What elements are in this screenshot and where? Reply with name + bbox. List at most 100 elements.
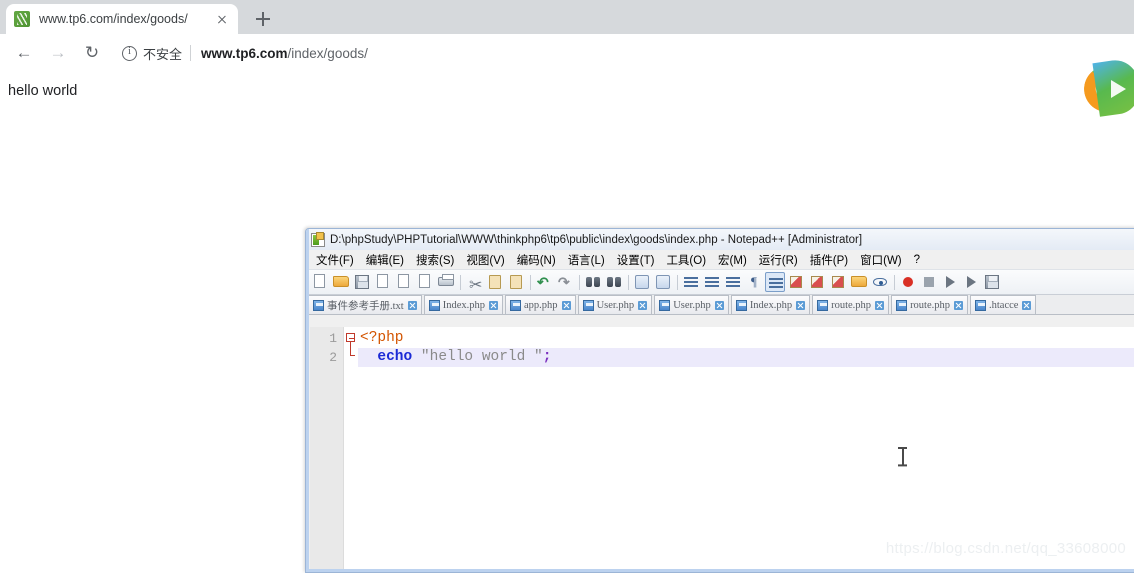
- document-tab[interactable]: app.php: [505, 295, 576, 314]
- menu-item-0[interactable]: 文件(F): [310, 252, 360, 268]
- save-icon[interactable]: [352, 272, 372, 292]
- macro-record-icon[interactable]: [898, 272, 918, 292]
- sync-vertical-icon[interactable]: [681, 272, 701, 292]
- close-icon[interactable]: [561, 300, 571, 310]
- fold-collapse-box[interactable]: [346, 333, 355, 342]
- redo-icon[interactable]: ↷: [555, 272, 575, 292]
- indent-guide-icon[interactable]: [765, 272, 785, 292]
- page-body-text: hello world: [8, 83, 78, 99]
- document-tab-label: Index.php: [749, 299, 793, 311]
- document-tab[interactable]: route.php: [812, 295, 890, 314]
- replace-icon[interactable]: [604, 272, 624, 292]
- toolbar-separator: [891, 273, 897, 291]
- document-tab[interactable]: Index.php: [423, 295, 504, 314]
- document-tab[interactable]: route.php: [891, 295, 969, 314]
- close-all-icon[interactable]: [415, 272, 435, 292]
- menu-item-10[interactable]: 插件(P): [804, 252, 854, 268]
- close-icon[interactable]: [407, 300, 417, 310]
- document-tab[interactable]: User.php: [577, 295, 653, 314]
- menu-item-1[interactable]: 编辑(E): [360, 252, 410, 268]
- document-icon: [975, 299, 987, 311]
- paste-icon[interactable]: [506, 272, 526, 292]
- forward-icon[interactable]: →: [44, 39, 72, 67]
- word-wrap-icon[interactable]: [723, 272, 743, 292]
- close-icon[interactable]: [954, 300, 964, 310]
- save-all-icon[interactable]: [373, 272, 393, 292]
- reload-icon[interactable]: ↻: [78, 39, 106, 67]
- document-icon: [313, 299, 324, 311]
- find-icon[interactable]: [583, 272, 603, 292]
- document-tab[interactable]: Index.php: [730, 295, 811, 314]
- omnibox-divider: [190, 45, 192, 61]
- folder-workspace-icon[interactable]: [849, 272, 869, 292]
- document-icon: [896, 299, 908, 311]
- document-tab[interactable]: 事件参考手册.txt: [308, 295, 422, 314]
- notepadpp-titlebar: D:\phpStudy\PHPTutorial\WWW\thinkphp6\tp…: [306, 229, 1134, 250]
- macro-save-icon[interactable]: [982, 272, 1002, 292]
- browser-tabstrip: www.tp6.com/index/goods/: [0, 0, 1134, 34]
- menu-item-11[interactable]: 窗口(W): [854, 252, 908, 268]
- notepadpp-title-text: D:\phpStudy\PHPTutorial\WWW\thinkphp6\tp…: [330, 233, 863, 246]
- address-bar[interactable]: 不安全 www.tp6.com/index/goods/: [112, 39, 1124, 67]
- macro-play-icon[interactable]: [940, 272, 960, 292]
- zoom-out-icon[interactable]: [653, 272, 673, 292]
- menu-item-5[interactable]: 语言(L): [562, 252, 611, 268]
- echo-keyword: echo: [377, 349, 413, 365]
- menu-item-6[interactable]: 设置(T): [611, 252, 661, 268]
- zoom-in-icon[interactable]: [632, 272, 652, 292]
- menu-item-8[interactable]: 宏(M): [712, 252, 753, 268]
- function-list-icon[interactable]: [828, 272, 848, 292]
- code-editor[interactable]: 12 <?php echo "hello world ";: [310, 327, 1134, 572]
- doc-map-icon[interactable]: [807, 272, 827, 292]
- undo-icon[interactable]: ↶: [534, 272, 554, 292]
- fold-line: [350, 342, 351, 356]
- menu-item-7[interactable]: 工具(O): [660, 252, 712, 268]
- fold-end-marker: [350, 355, 355, 356]
- sync-horizontal-icon[interactable]: [702, 272, 722, 292]
- macro-stop-icon[interactable]: [919, 272, 939, 292]
- show-all-chars-icon[interactable]: ¶: [744, 272, 764, 292]
- document-icon: [582, 299, 594, 311]
- code-string-literal: "hello world ": [420, 349, 543, 365]
- close-icon[interactable]: [796, 300, 806, 310]
- user-language-icon[interactable]: [786, 272, 806, 292]
- code-text-area[interactable]: <?php echo "hello world ";: [358, 327, 1134, 572]
- menu-item-4[interactable]: 编码(N): [511, 252, 562, 268]
- browser-navbar: ← → ↻ 不安全 www.tp6.com/index/goods/: [0, 34, 1134, 72]
- open-file-icon[interactable]: [331, 272, 351, 292]
- close-icon[interactable]: [1022, 300, 1032, 310]
- close-icon[interactable]: [875, 300, 885, 310]
- close-icon[interactable]: [714, 300, 724, 310]
- document-tab-label: Index.php: [442, 299, 486, 311]
- url-path: /index/goods/: [287, 45, 368, 61]
- document-tab[interactable]: User.php: [654, 295, 729, 314]
- close-file-icon[interactable]: [394, 272, 414, 292]
- notepadpp-window[interactable]: D:\phpStudy\PHPTutorial\WWW\thinkphp6\tp…: [305, 228, 1134, 573]
- fold-margin[interactable]: [344, 327, 358, 572]
- site-info-icon[interactable]: [122, 45, 137, 61]
- copy-icon[interactable]: [485, 272, 505, 292]
- new-file-icon[interactable]: [310, 272, 330, 292]
- thinkphp-favicon: [14, 11, 30, 27]
- menu-item-12[interactable]: ?: [908, 254, 926, 266]
- line-number: 2: [329, 350, 337, 365]
- document-tab-label: route.php: [831, 299, 872, 311]
- monitor-icon[interactable]: [870, 272, 890, 292]
- close-icon[interactable]: [638, 300, 648, 310]
- macro-playback-multiple-icon[interactable]: [961, 272, 981, 292]
- document-tab[interactable]: .htacce: [970, 295, 1037, 314]
- print-icon[interactable]: [436, 272, 456, 292]
- close-icon[interactable]: [214, 11, 230, 27]
- cut-icon[interactable]: ✂: [464, 272, 484, 294]
- back-icon[interactable]: ←: [10, 39, 38, 67]
- document-icon: [817, 299, 829, 311]
- new-tab-button[interactable]: [252, 8, 274, 30]
- close-icon[interactable]: [489, 300, 499, 310]
- browser-tab[interactable]: www.tp6.com/index/goods/: [6, 4, 238, 34]
- menu-item-9[interactable]: 运行(R): [753, 252, 804, 268]
- toolbar-separator: [527, 273, 533, 291]
- menu-item-3[interactable]: 视图(V): [460, 252, 510, 268]
- notepadpp-menubar: 文件(F) 编辑(E) 搜索(S) 视图(V) 编码(N) 语言(L) 设置(T) 工具(O)…: [306, 250, 1134, 269]
- menu-item-2[interactable]: 搜索(S): [410, 252, 460, 268]
